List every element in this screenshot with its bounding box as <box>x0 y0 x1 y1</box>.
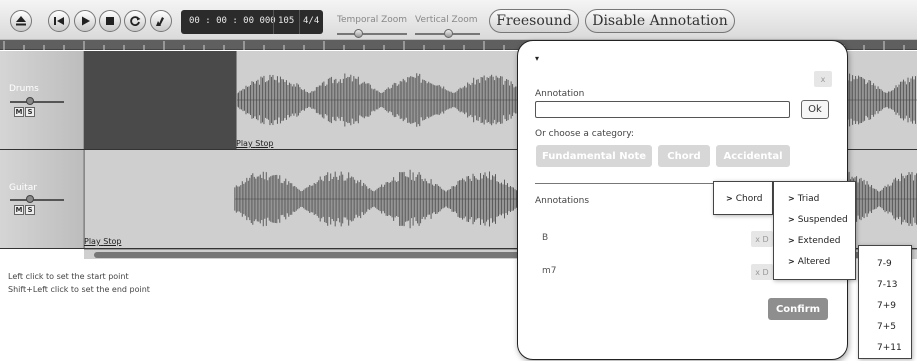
clip-controls[interactable]: Play Stop <box>84 237 121 246</box>
category-chord-button[interactable]: Chord <box>658 145 710 167</box>
ok-button[interactable]: Ok <box>801 100 829 119</box>
category-prompt: Or choose a category: <box>535 129 634 139</box>
clear-icon <box>156 17 164 26</box>
play-button[interactable] <box>74 10 96 32</box>
bpm-readout: 105 <box>278 16 295 26</box>
delete-annotation-button[interactable]: x D <box>751 264 773 280</box>
time-display: 00 : 00 : 00 000 105 4/4 <box>181 10 323 34</box>
clip-controls[interactable]: Play Stop <box>236 139 273 148</box>
menu-item-7-plus-11[interactable]: 7+11 <box>877 343 902 353</box>
menu-item-extended[interactable]: > Extended <box>788 236 840 246</box>
clear-button[interactable] <box>150 10 172 32</box>
time-readout: 00 : 00 : 00 000 <box>189 16 276 26</box>
menu-item-7-plus-9[interactable]: 7+9 <box>877 301 896 311</box>
temporal-zoom-label: Temporal Zoom <box>337 15 408 25</box>
popup-marker: ▾ <box>535 54 540 63</box>
confirm-button[interactable]: Confirm <box>768 298 828 320</box>
volume-slider[interactable] <box>10 101 64 103</box>
eject-button[interactable] <box>10 10 32 32</box>
menu-item-chord[interactable]: > Chord <box>726 194 762 204</box>
stop-link[interactable]: Stop <box>103 237 121 246</box>
loop-button[interactable] <box>124 10 146 32</box>
menu-item-7-9[interactable]: 7-9 <box>877 259 892 269</box>
menu-item-7-plus-5[interactable]: 7+5 <box>877 322 896 332</box>
play-link[interactable]: Play <box>84 237 101 246</box>
close-button[interactable]: x <box>814 71 832 87</box>
stop-icon <box>106 17 114 25</box>
temporal-zoom-slider[interactable] <box>337 33 407 35</box>
mute-button[interactable]: M <box>14 107 24 117</box>
play-link[interactable]: Play <box>236 139 253 148</box>
play-icon <box>82 16 90 26</box>
eject-icon <box>16 16 26 26</box>
menu-item-triad[interactable]: > Triad <box>788 194 819 204</box>
vertical-zoom-label: Vertical Zoom <box>415 15 478 25</box>
chevron-right-icon: > <box>726 194 733 203</box>
category-fundamental-note-button[interactable]: Fundamental Note <box>536 145 652 167</box>
annotations-heading: Annotations <box>535 196 590 206</box>
category-menu: > Chord <box>713 181 773 215</box>
annotation-item: m7 <box>542 266 557 276</box>
rewind-button[interactable] <box>48 10 70 32</box>
loop-icon <box>130 16 141 26</box>
stop-button[interactable] <box>99 10 121 32</box>
category-accidental-button[interactable]: Accidental <box>716 145 790 167</box>
chevron-right-icon: > <box>788 257 795 266</box>
chord-submenu: > Triad > Suspended > Extended > Altered <box>773 181 856 280</box>
annotation-item: B <box>542 233 549 243</box>
rewind-icon <box>54 17 64 25</box>
disable-annotation-button[interactable]: Disable Annotation <box>585 9 735 33</box>
chevron-right-icon: > <box>788 215 795 224</box>
temporal-zoom-handle[interactable] <box>354 29 363 38</box>
start-point-hint: Left click to set the start point <box>8 272 129 281</box>
annotation-input[interactable] <box>535 101 790 118</box>
annotation-label: Annotation <box>535 89 585 99</box>
vertical-zoom-handle[interactable] <box>443 29 453 38</box>
toolbar: 00 : 00 : 00 000 105 4/4 Temporal Zoom V… <box>0 0 917 40</box>
menu-item-altered[interactable]: > Altered <box>788 257 830 267</box>
solo-button[interactable]: S <box>25 107 35 117</box>
chevron-right-icon: > <box>788 236 795 245</box>
track-controls: Drums M S <box>0 51 84 149</box>
delete-annotation-button[interactable]: x D <box>751 231 773 247</box>
freesound-button[interactable]: Freesound <box>489 9 579 33</box>
track-name: Drums <box>9 84 39 94</box>
menu-item-7-13[interactable]: 7-13 <box>877 280 897 290</box>
track-name: Guitar <box>9 183 37 193</box>
time-signature-readout: 4/4 <box>303 16 320 26</box>
chevron-right-icon: > <box>788 194 795 203</box>
altered-submenu: 7-9 7-13 7+9 7+5 7+11 <box>858 245 912 359</box>
volume-slider[interactable] <box>10 199 64 201</box>
solo-button[interactable]: S <box>25 205 35 215</box>
volume-handle[interactable] <box>26 195 34 203</box>
mute-button[interactable]: M <box>14 205 24 215</box>
volume-handle[interactable] <box>26 97 34 105</box>
stop-link[interactable]: Stop <box>255 139 273 148</box>
end-point-hint: Shift+Left click to set the end point <box>8 285 150 294</box>
track-controls: Guitar M S <box>0 150 84 248</box>
menu-item-suspended[interactable]: > Suspended <box>788 215 848 225</box>
